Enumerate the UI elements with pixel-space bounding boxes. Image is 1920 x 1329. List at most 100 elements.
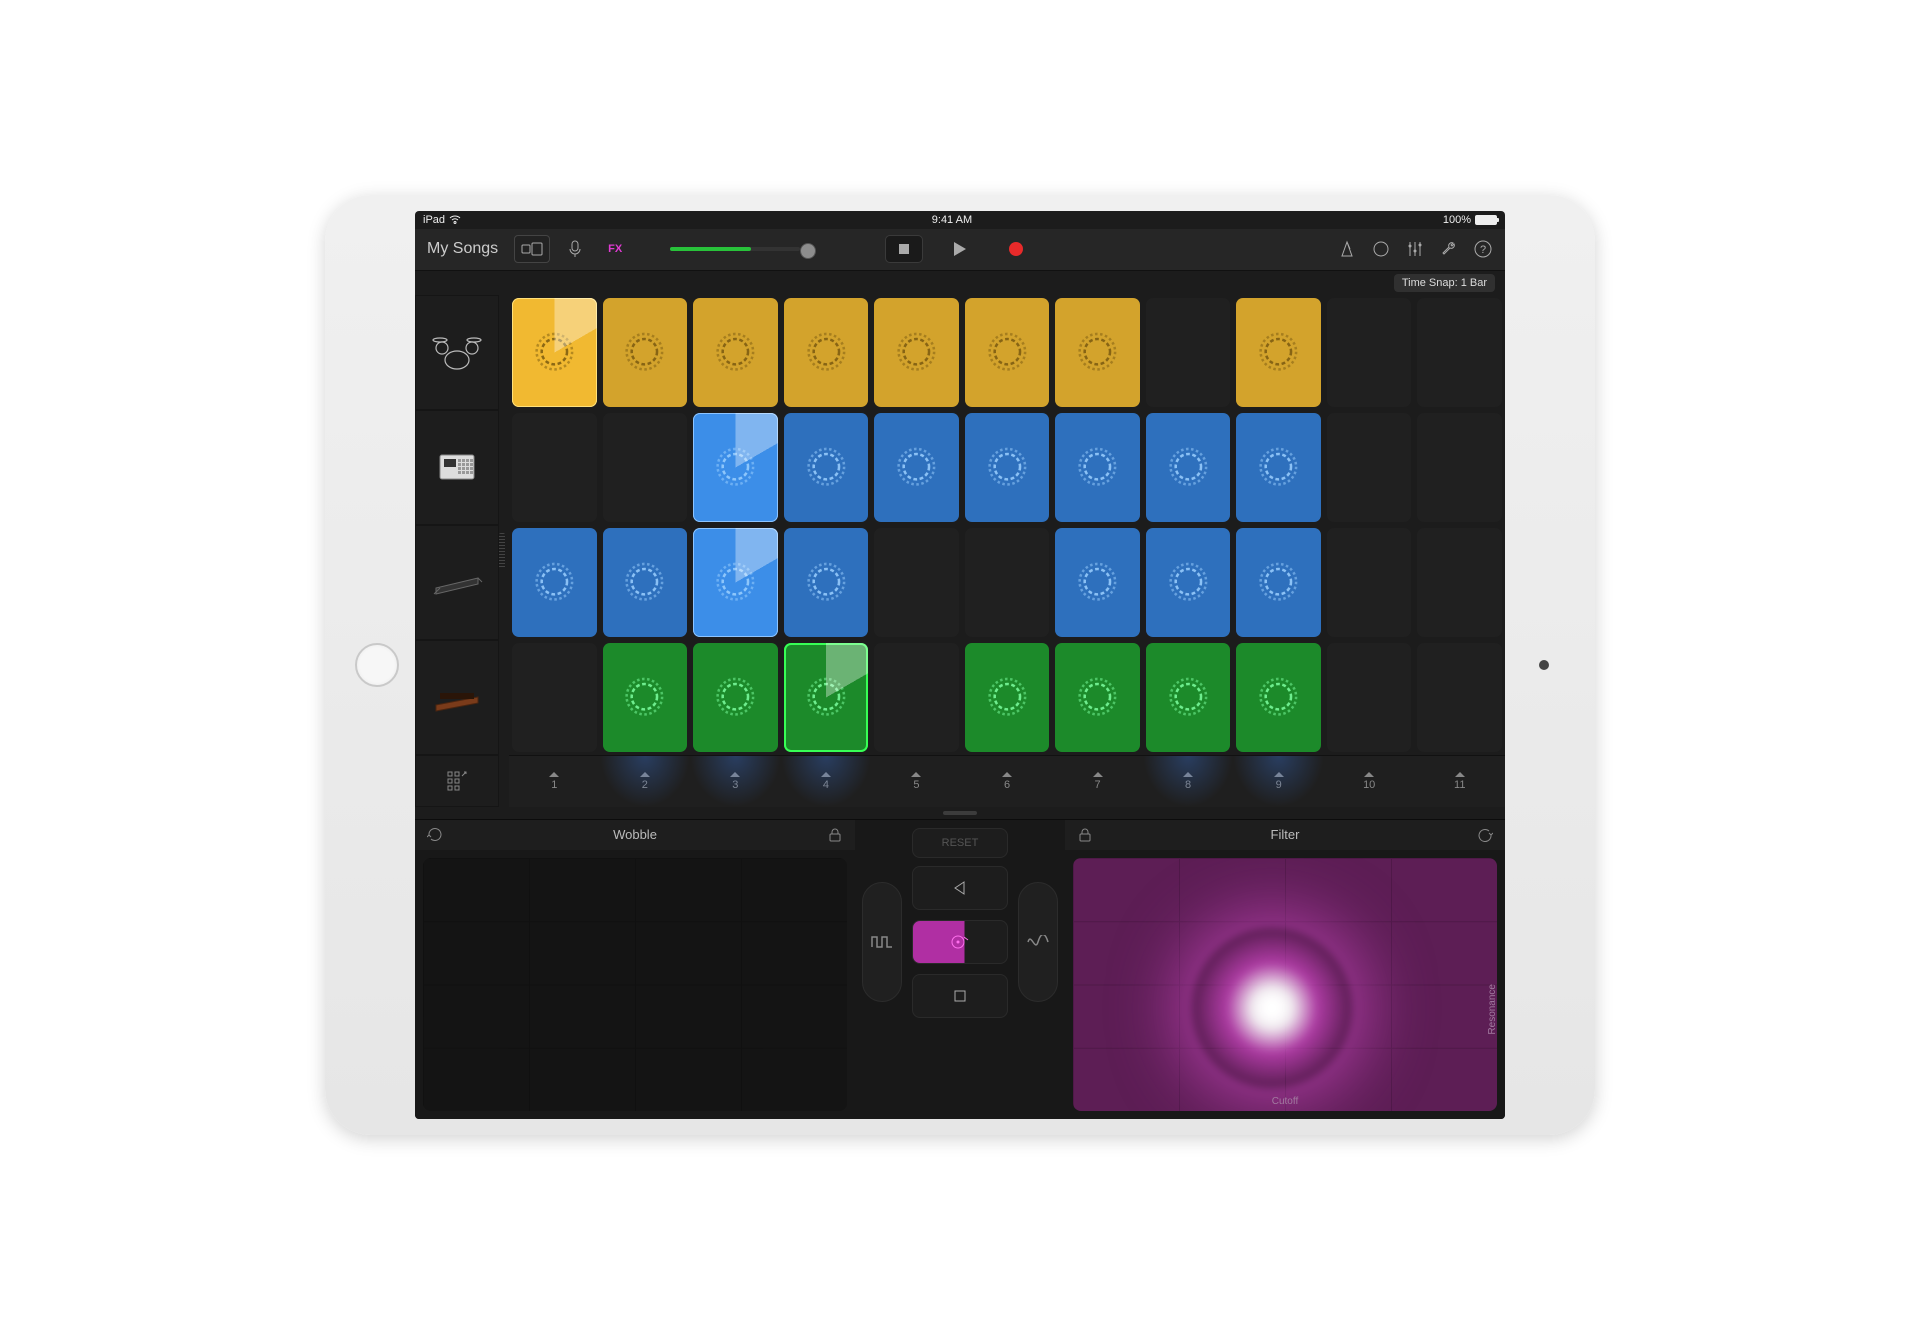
loop-cell[interactable]: [512, 298, 597, 407]
play-button[interactable]: [941, 235, 979, 263]
cycle-icon[interactable]: [1477, 827, 1493, 843]
gate-button[interactable]: [862, 882, 902, 1002]
loop-cell[interactable]: [965, 643, 1050, 752]
track-header-keys[interactable]: [415, 525, 499, 640]
loop-cell[interactable]: [1327, 528, 1412, 637]
browser-button[interactable]: [514, 235, 550, 263]
filter-xy-pad[interactable]: Cutoff Resonance: [1073, 858, 1497, 1111]
loop-cell[interactable]: [1146, 298, 1231, 407]
loop-cell[interactable]: [1055, 528, 1140, 637]
loop-cell[interactable]: [1236, 528, 1321, 637]
loop-cell[interactable]: [965, 528, 1050, 637]
chevron-up-icon: [1002, 772, 1012, 777]
loop-icon: [1372, 240, 1390, 258]
chevron-up-icon: [640, 772, 650, 777]
column-trigger-5[interactable]: 5: [871, 756, 962, 807]
column-trigger-10[interactable]: 10: [1324, 756, 1415, 807]
column-trigger-6[interactable]: 6: [962, 756, 1053, 807]
loop-cell[interactable]: [693, 413, 778, 522]
status-bar: iPad 9:41 AM 100%: [415, 211, 1505, 229]
loop-cell[interactable]: [1417, 643, 1502, 752]
track-header-sampler[interactable]: [415, 410, 499, 525]
loop-cell[interactable]: [693, 298, 778, 407]
loop-cell[interactable]: [874, 528, 959, 637]
sine-button[interactable]: [1018, 882, 1058, 1002]
column-trigger-4[interactable]: 4: [781, 756, 872, 807]
scratch-button[interactable]: [912, 920, 1008, 964]
loop-cell[interactable]: [512, 413, 597, 522]
loop-cell[interactable]: [784, 298, 869, 407]
loop-cell[interactable]: [784, 413, 869, 522]
edit-grid-button[interactable]: [415, 755, 499, 807]
loop-cell[interactable]: [603, 413, 688, 522]
my-songs-button[interactable]: My Songs: [427, 240, 498, 258]
cycle-icon[interactable]: [427, 827, 443, 843]
filter-y-axis-label: Resonance: [1488, 984, 1498, 1035]
fx-button[interactable]: FX: [600, 235, 630, 263]
reverse-button[interactable]: [912, 866, 1008, 910]
track-header-synth[interactable]: [415, 640, 499, 755]
column-trigger-2[interactable]: 2: [600, 756, 691, 807]
timesnap-chip[interactable]: Time Snap: 1 Bar: [1394, 274, 1495, 292]
loop-cell[interactable]: [1055, 413, 1140, 522]
chevron-up-icon: [549, 772, 559, 777]
loop-cell[interactable]: [1055, 298, 1140, 407]
sliders-icon: [1406, 240, 1424, 258]
loop-cell[interactable]: [603, 298, 688, 407]
loop-cell[interactable]: [1236, 413, 1321, 522]
loop-cell[interactable]: [1417, 413, 1502, 522]
metronome-button[interactable]: [1337, 239, 1357, 259]
loop-cell[interactable]: [784, 643, 869, 752]
volume-slider[interactable]: [670, 247, 808, 251]
loop-cell[interactable]: [1327, 413, 1412, 522]
column-trigger-9[interactable]: 9: [1233, 756, 1324, 807]
loop-cell[interactable]: [603, 643, 688, 752]
loop-cell[interactable]: [874, 413, 959, 522]
fx-drag-handle[interactable]: [415, 807, 1505, 819]
loop-button[interactable]: [1371, 239, 1391, 259]
loop-cell[interactable]: [693, 643, 778, 752]
loop-cell[interactable]: [874, 643, 959, 752]
record-button[interactable]: [997, 235, 1035, 263]
home-button[interactable]: [355, 643, 399, 687]
help-button[interactable]: ?: [1473, 239, 1493, 259]
settings-button[interactable]: [1439, 239, 1459, 259]
loop-cell[interactable]: [784, 528, 869, 637]
loop-cell[interactable]: [693, 528, 778, 637]
loop-cell[interactable]: [1146, 413, 1231, 522]
column-trigger-1[interactable]: 1: [509, 756, 600, 807]
lock-icon[interactable]: [827, 827, 843, 843]
grid-resize-handle[interactable]: [499, 295, 509, 807]
loop-cell[interactable]: [1146, 643, 1231, 752]
track-header-drums[interactable]: [415, 295, 499, 410]
column-trigger-7[interactable]: 7: [1052, 756, 1143, 807]
loop-cell[interactable]: [965, 413, 1050, 522]
stop-icon: [899, 244, 909, 254]
loop-cell[interactable]: [1327, 643, 1412, 752]
chevron-up-icon: [1274, 772, 1284, 777]
loop-cell[interactable]: [512, 528, 597, 637]
loop-cell[interactable]: [603, 528, 688, 637]
loop-cell[interactable]: [1327, 298, 1412, 407]
reset-button[interactable]: RESET: [912, 828, 1008, 858]
loop-cell[interactable]: [1055, 643, 1140, 752]
column-trigger-8[interactable]: 8: [1143, 756, 1234, 807]
app-screen: iPad 9:41 AM 100% My Songs FX: [415, 211, 1505, 1119]
mic-button[interactable]: [560, 235, 590, 263]
column-trigger-3[interactable]: 3: [690, 756, 781, 807]
stop-fx-button[interactable]: [912, 974, 1008, 1018]
loop-cell[interactable]: [1236, 643, 1321, 752]
stop-button[interactable]: [885, 235, 923, 263]
loop-cell[interactable]: [1417, 528, 1502, 637]
loop-cell[interactable]: [512, 643, 597, 752]
wobble-xy-pad[interactable]: [423, 858, 847, 1111]
loop-cell[interactable]: [1236, 298, 1321, 407]
loop-cell[interactable]: [1417, 298, 1502, 407]
loop-cell[interactable]: [1146, 528, 1231, 637]
lock-icon[interactable]: [1077, 827, 1093, 843]
mixer-button[interactable]: [1405, 239, 1425, 259]
column-trigger-11[interactable]: 11: [1414, 756, 1505, 807]
loop-cell[interactable]: [965, 298, 1050, 407]
loop-cell[interactable]: [874, 298, 959, 407]
filter-touch-point: [1192, 928, 1352, 1088]
